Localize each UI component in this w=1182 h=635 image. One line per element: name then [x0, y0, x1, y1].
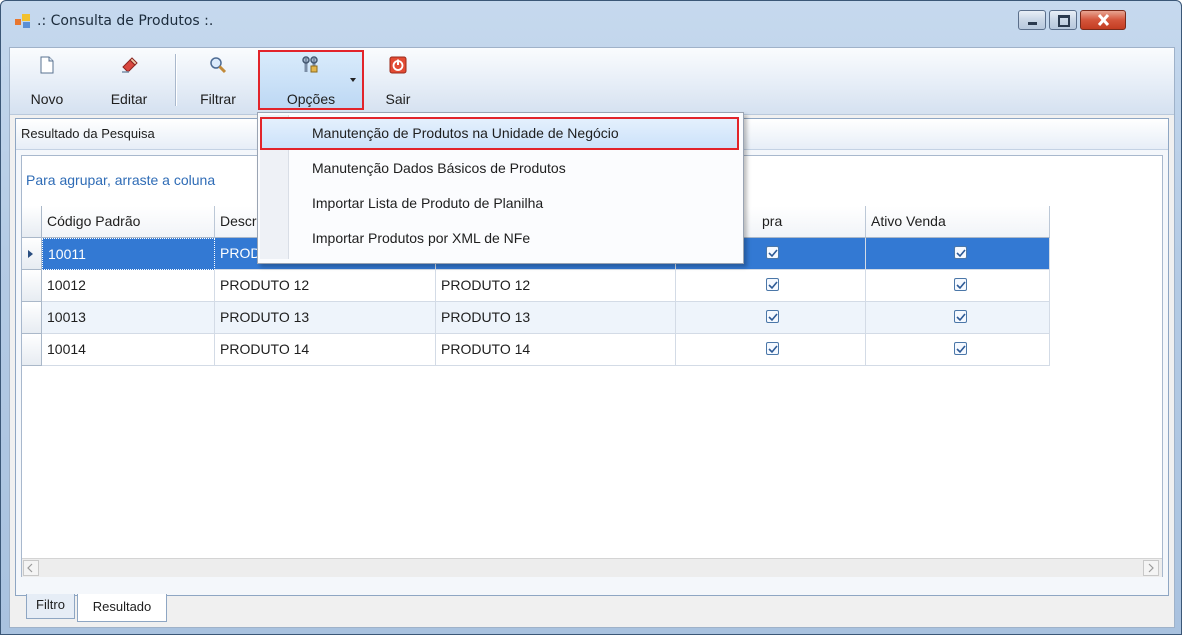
maximize-button[interactable]	[1049, 10, 1077, 30]
cell-descricao[interactable]: PRODUTO 13	[215, 302, 436, 334]
checkbox-ativo-compra[interactable]	[766, 278, 779, 291]
checkmark-icon	[768, 249, 778, 258]
cell-ativo-venda[interactable]	[866, 302, 1050, 334]
cell-ativo-compra[interactable]	[676, 270, 866, 302]
close-icon	[1097, 14, 1110, 26]
menu-item-importar-planilha[interactable]: Importar Lista de Produto de Planilha	[260, 187, 739, 220]
options-button[interactable]: Opções	[258, 50, 364, 110]
menu-item-label: Manutenção de Produtos na Unidade de Neg…	[312, 125, 619, 141]
checkbox-ativo-venda[interactable]	[954, 246, 967, 259]
row-header[interactable]	[22, 238, 42, 270]
toolbar-separator	[175, 54, 177, 106]
tools-icon	[302, 56, 318, 73]
checkmark-icon	[768, 313, 778, 322]
minimize-button[interactable]	[1018, 10, 1046, 30]
cell-ativo-venda[interactable]	[866, 238, 1050, 270]
toolbar: Novo Editar Filtrar Opções Sair	[10, 48, 1174, 115]
cell-codigo[interactable]: 10011	[42, 238, 215, 270]
menu-item-manutencao-unidade-negocio[interactable]: Manutenção de Produtos na Unidade de Neg…	[260, 117, 739, 150]
current-row-pointer-icon	[28, 250, 33, 258]
tab-resultado[interactable]: Resultado	[77, 594, 167, 622]
checkmark-icon	[768, 345, 778, 354]
options-dropdown-menu: Manutenção de Produtos na Unidade de Neg…	[257, 112, 744, 264]
window: .: Consulta de Produtos :. Novo Editar F…	[0, 0, 1182, 635]
new-button[interactable]: Novo	[16, 50, 78, 110]
filter-button-label: Filtrar	[200, 91, 236, 107]
checkmark-icon	[956, 281, 966, 290]
column-header-codigo[interactable]: Código Padrão	[42, 206, 215, 238]
chevron-down-icon[interactable]	[350, 78, 356, 82]
menu-item-label: Manutenção Dados Básicos de Produtos	[312, 160, 566, 176]
new-button-label: Novo	[30, 91, 64, 107]
scroll-left-button[interactable]	[23, 560, 39, 576]
row-header[interactable]	[22, 302, 42, 334]
tab-filtro[interactable]: Filtro	[26, 594, 75, 619]
checkbox-ativo-compra[interactable]	[766, 246, 779, 259]
power-exit-icon	[389, 56, 407, 74]
filter-button[interactable]: Filtrar	[185, 50, 251, 110]
column-header-ativo-compra-label: pra	[762, 213, 783, 229]
options-button-label: Opções	[286, 91, 336, 107]
panel-caption-text: Resultado da Pesquisa	[21, 126, 155, 141]
checkbox-ativo-compra[interactable]	[766, 342, 779, 355]
chevron-left-icon	[27, 563, 33, 573]
row-header-corner[interactable]	[22, 206, 42, 238]
minimize-icon	[1028, 22, 1037, 25]
cell-descricao[interactable]: PRODUTO 14	[215, 334, 436, 366]
cell-codigo[interactable]: 10013	[42, 302, 215, 334]
cell-ativo-compra[interactable]	[676, 334, 866, 366]
checkbox-ativo-compra[interactable]	[766, 310, 779, 323]
table-row[interactable]: 10014 PRODUTO 14 PRODUTO 14	[22, 334, 1050, 366]
exit-button-label: Sair	[385, 91, 411, 107]
cell-codigo[interactable]: 10012	[42, 270, 215, 302]
menu-item-manutencao-dados-basicos[interactable]: Manutenção Dados Básicos de Produtos	[260, 152, 739, 185]
edit-button[interactable]: Editar	[98, 50, 160, 110]
checkbox-ativo-venda[interactable]	[954, 342, 967, 355]
cell-codigo[interactable]: 10014	[42, 334, 215, 366]
cell-nome[interactable]: PRODUTO 14	[436, 334, 676, 366]
cell-nome[interactable]: PRODUTO 13	[436, 302, 676, 334]
checkmark-icon	[956, 249, 966, 258]
row-header[interactable]	[22, 270, 42, 302]
window-title: .: Consulta de Produtos :.	[37, 13, 214, 29]
table-row[interactable]: 10012 PRODUTO 12 PRODUTO 12	[22, 270, 1050, 302]
menu-item-importar-xml-nfe[interactable]: Importar Produtos por XML de NFe	[260, 222, 739, 255]
exit-button[interactable]: Sair	[372, 50, 424, 110]
column-header-ativo-venda[interactable]: Ativo Venda	[866, 206, 1050, 238]
edit-eraser-icon	[122, 57, 138, 73]
scroll-right-button[interactable]	[1143, 560, 1159, 576]
magnifier-icon	[210, 57, 227, 74]
maximize-icon	[1058, 15, 1070, 27]
checkmark-icon	[956, 313, 966, 322]
checkbox-ativo-venda[interactable]	[954, 278, 967, 291]
cell-descricao[interactable]: PRODUTO 12	[215, 270, 436, 302]
close-button[interactable]	[1080, 10, 1126, 30]
chevron-right-icon	[1148, 563, 1154, 573]
checkmark-icon	[956, 345, 966, 354]
cell-ativo-venda[interactable]	[866, 270, 1050, 302]
group-by-hint[interactable]: Para agrupar, arraste a coluna	[26, 172, 215, 188]
edit-button-label: Editar	[110, 91, 148, 107]
checkmark-icon	[768, 281, 778, 290]
row-header[interactable]	[22, 334, 42, 366]
cell-nome[interactable]: PRODUTO 12	[436, 270, 676, 302]
table-row[interactable]: 10013 PRODUTO 13 PRODUTO 13	[22, 302, 1050, 334]
title-bar[interactable]: .: Consulta de Produtos :.	[1, 1, 1181, 41]
menu-item-label: Importar Produtos por XML de NFe	[312, 230, 531, 246]
new-document-icon	[40, 56, 54, 74]
checkbox-ativo-venda[interactable]	[954, 310, 967, 323]
app-icon	[15, 14, 31, 28]
horizontal-scrollbar[interactable]	[22, 558, 1162, 577]
cell-ativo-compra[interactable]	[676, 302, 866, 334]
menu-item-label: Importar Lista de Produto de Planilha	[312, 195, 544, 211]
cell-ativo-venda[interactable]	[866, 334, 1050, 366]
